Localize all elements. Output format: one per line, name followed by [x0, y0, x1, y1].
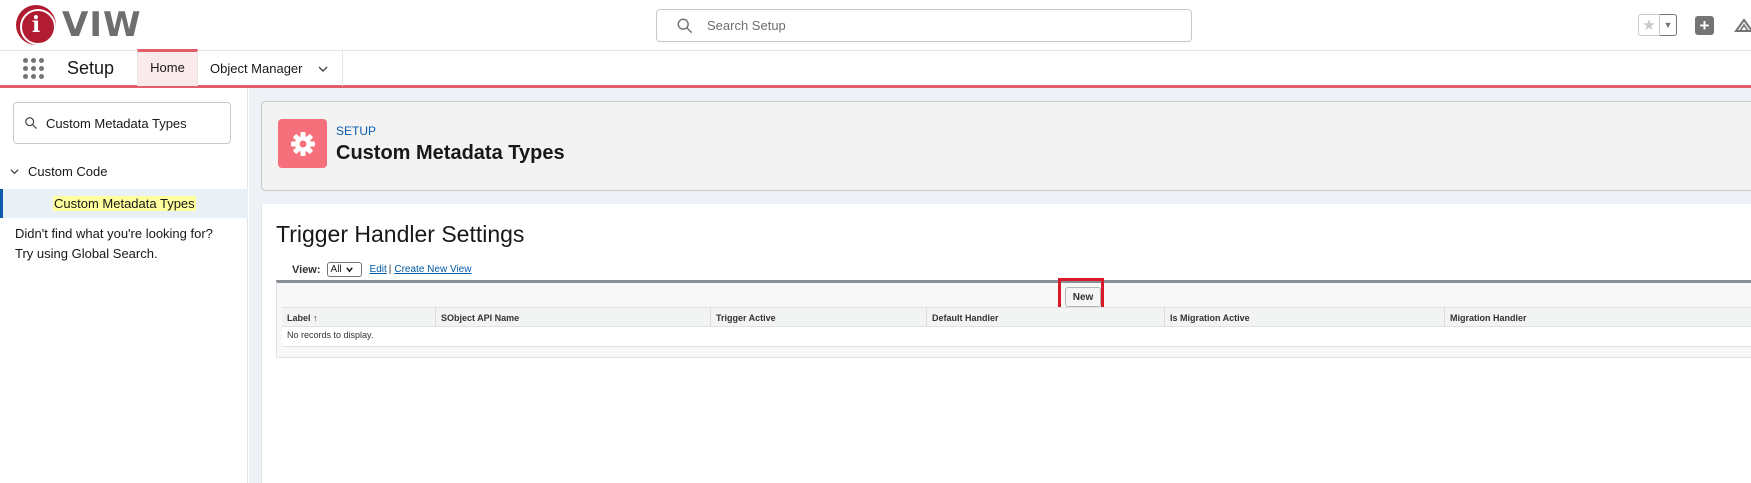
column-header-trigger-active[interactable]: Trigger Active — [711, 308, 927, 326]
quick-find-box[interactable] — [13, 102, 231, 144]
view-select[interactable]: All — [326, 262, 362, 277]
app-nav-bar: Setup Home Object Manager — [0, 49, 1751, 88]
logo-emblem-icon: i — [16, 5, 56, 45]
tab-object-manager[interactable]: Object Manager — [198, 51, 343, 86]
view-filter-row: View: All Edit | Create New View — [292, 262, 471, 277]
page-title: Custom Metadata Types — [336, 142, 565, 164]
gear-glyph — [290, 131, 315, 156]
favorites-dropdown-icon[interactable]: ▼ — [1660, 14, 1677, 36]
tab-object-manager-label: Object Manager — [210, 61, 303, 76]
global-search-input[interactable] — [707, 18, 1177, 33]
help-text-line-1: Didn't find what you're looking for? — [15, 226, 213, 241]
list-title: Trigger Handler Settings — [276, 221, 525, 247]
page-header: SETUP Custom Metadata Types — [261, 101, 1751, 191]
global-header: i VIW ★ ▼ + — [0, 0, 1751, 50]
quick-find-input[interactable] — [46, 115, 226, 131]
list-view-content: Trigger Handler Settings View: All Edit … — [261, 204, 1751, 483]
tree-group-label: Custom Code — [28, 164, 108, 179]
empty-message: No records to display. — [287, 330, 374, 340]
company-logo[interactable]: i VIW — [16, 5, 141, 45]
table-header-row: Label ↑ SObject API Name Trigger Active … — [282, 307, 1751, 327]
column-header-label[interactable]: Label ↑ — [282, 308, 436, 326]
help-text: Didn't find what you're looking for? Try… — [15, 224, 240, 264]
app-launcher-icon[interactable] — [23, 58, 44, 79]
logo-text: VIW — [62, 5, 142, 45]
edit-view-link[interactable]: Edit — [370, 264, 387, 275]
logo-glyph: i — [31, 12, 41, 38]
link-separator: | — [388, 264, 392, 275]
gear-icon — [278, 119, 327, 168]
column-header-migration-handler[interactable]: Migration Handler — [1445, 308, 1751, 326]
table-row — [282, 327, 1751, 347]
list-table: New Label ↑ SObject API Name Trigger Act… — [276, 278, 1751, 358]
view-select-value: All — [330, 264, 342, 275]
column-header-sobject-api-name[interactable]: SObject API Name — [436, 308, 711, 326]
help-text-line-2: Try using Global Search. — [15, 246, 158, 261]
search-icon — [25, 117, 37, 129]
column-header-is-migration-active[interactable]: Is Migration Active — [1165, 308, 1445, 326]
setup-sidebar: Custom Code Custom Metadata Types Didn't… — [0, 88, 248, 483]
star-icon[interactable]: ★ — [1638, 14, 1660, 36]
trailhead-icon[interactable] — [1734, 16, 1751, 36]
plus-icon[interactable]: + — [1695, 16, 1714, 35]
create-new-view-link[interactable]: Create New View — [394, 264, 471, 275]
app-name: Setup — [67, 58, 115, 78]
tree-item-custom-metadata-types[interactable]: Custom Metadata Types — [0, 189, 248, 218]
view-label: View: — [292, 263, 321, 276]
global-search-box[interactable] — [656, 9, 1192, 42]
tree-item-label: Custom Metadata Types — [53, 196, 196, 211]
new-button[interactable]: New — [1065, 287, 1101, 307]
tree-group-custom-code[interactable]: Custom Code — [9, 164, 107, 179]
search-icon — [677, 18, 693, 33]
tab-home[interactable]: Home — [137, 49, 198, 86]
breadcrumb[interactable]: SETUP — [336, 124, 376, 138]
chevron-down-icon[interactable] — [9, 166, 20, 177]
favorites-control[interactable]: ★ ▼ — [1638, 14, 1677, 36]
chevron-down-icon — [345, 267, 353, 273]
column-header-default-handler[interactable]: Default Handler — [927, 308, 1165, 326]
chevron-down-icon[interactable] — [317, 63, 329, 75]
